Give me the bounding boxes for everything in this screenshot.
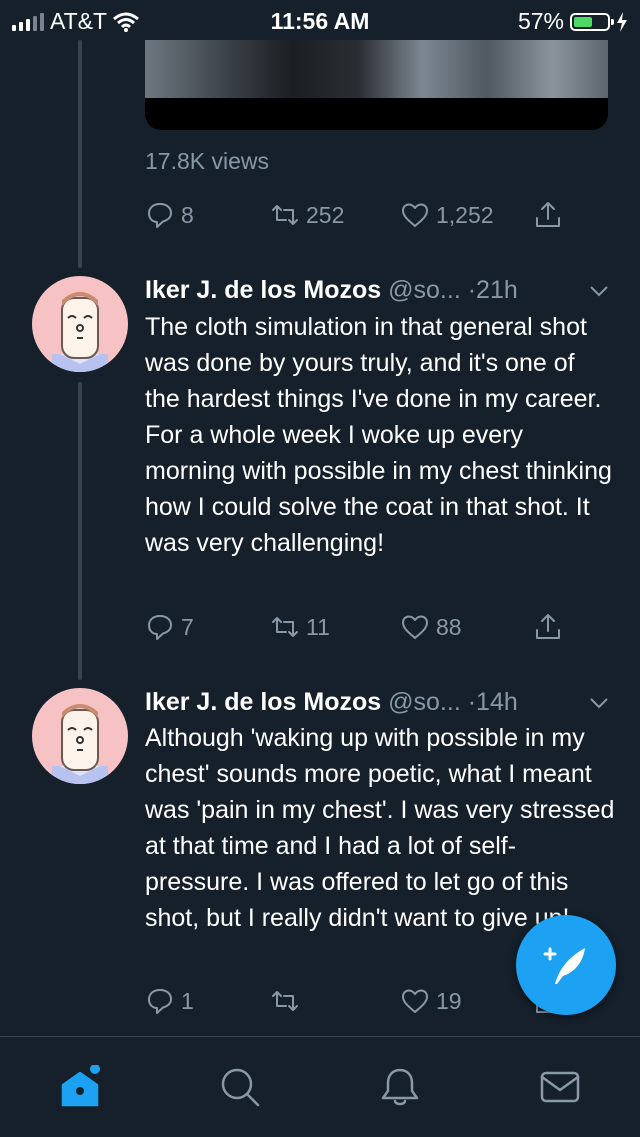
tweet-header: Iker J. de los Mozos @so... ·14h: [145, 688, 518, 717]
battery-fill: [574, 16, 593, 27]
chevron-down-icon: [590, 286, 608, 297]
author-handle[interactable]: @so...: [388, 688, 461, 716]
thread-line: [78, 382, 82, 680]
video-thumbnail[interactable]: [145, 40, 608, 130]
author-handle[interactable]: @so...: [388, 276, 461, 304]
reply-icon: [148, 615, 172, 640]
like-button[interactable]: 88: [400, 610, 462, 644]
tab-search[interactable]: [218, 1065, 262, 1109]
home-icon: [61, 1064, 100, 1107]
bell-icon: [381, 1068, 419, 1106]
reply-icon: [148, 989, 172, 1014]
author-name[interactable]: Iker J. de los Mozos: [145, 276, 381, 304]
share-button[interactable]: [533, 610, 563, 644]
retweet-icon: [272, 991, 298, 1011]
like-count: 88: [436, 613, 462, 640]
retweet-icon: [272, 617, 298, 637]
status-bar: AT&T 11:56 AM 57%: [0, 0, 640, 40]
compose-tweet-button[interactable]: [516, 915, 616, 1015]
tweet-menu-button[interactable]: [588, 692, 610, 714]
separator-dot: ·: [467, 688, 477, 716]
battery-icon: [570, 12, 614, 31]
heart-icon: [402, 203, 428, 227]
tab-home[interactable]: [58, 1064, 102, 1109]
tweet-header: Iker J. de los Mozos @so... ·21h: [145, 276, 518, 305]
search-icon: [221, 1068, 260, 1107]
share-icon: [536, 202, 560, 227]
view-count: 17.8K views: [145, 148, 270, 174]
avatar[interactable]: [32, 688, 128, 784]
author-name[interactable]: Iker J. de los Mozos: [145, 688, 381, 716]
charging-bolt-icon: [617, 11, 627, 32]
share-button[interactable]: [533, 198, 563, 232]
heart-icon: [402, 989, 428, 1013]
retweet-button[interactable]: 11: [270, 610, 330, 644]
retweet-button[interactable]: [270, 984, 306, 1018]
tweet-text: The cloth simulation in that general sho…: [145, 313, 612, 557]
thread-line: [78, 40, 82, 268]
reply-button[interactable]: 7: [145, 610, 194, 644]
share-icon: [536, 614, 560, 639]
like-button[interactable]: 19: [400, 984, 462, 1018]
reply-count: 1: [181, 987, 194, 1014]
reply-count: 7: [181, 613, 194, 640]
tweet-menu-button[interactable]: [588, 280, 610, 302]
reply-button[interactable]: 1: [145, 984, 194, 1018]
retweet-icon: [272, 205, 298, 225]
battery-percent: 57%: [517, 8, 564, 34]
tab-notifications[interactable]: [378, 1065, 422, 1109]
reply-button[interactable]: 8: [145, 198, 194, 232]
compose-tweet-icon: [543, 947, 585, 984]
like-count: 19: [436, 987, 462, 1014]
chevron-down-icon: [590, 698, 608, 709]
like-count: 1,252: [436, 201, 494, 228]
tweet-time: 21h: [476, 276, 518, 304]
mail-icon: [540, 1071, 580, 1103]
bottom-tab-bar: [0, 1036, 640, 1137]
reply-count: 8: [181, 201, 194, 228]
heart-icon: [402, 615, 428, 639]
retweet-button[interactable]: 252: [270, 198, 344, 232]
reply-icon: [148, 203, 172, 228]
retweet-count: 11: [306, 613, 330, 640]
retweet-count: 252: [306, 201, 345, 228]
avatar[interactable]: [32, 276, 128, 372]
tweet-time: 14h: [476, 688, 518, 716]
like-button[interactable]: 1,252: [400, 198, 494, 232]
separator-dot: ·: [467, 276, 477, 304]
tab-messages[interactable]: [538, 1065, 582, 1109]
tweet-text: Although 'waking up with possible in my …: [145, 724, 615, 932]
